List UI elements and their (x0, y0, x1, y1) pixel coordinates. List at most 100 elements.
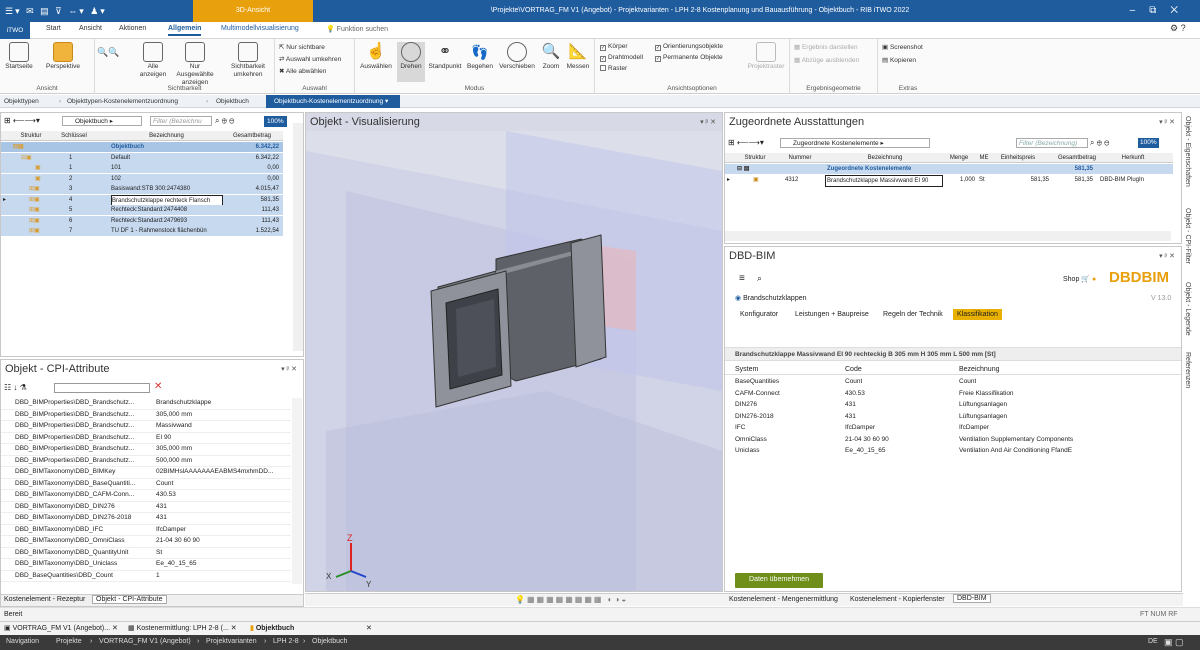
tab-cpi-attribute[interactable]: Objekt - CPI-Attribute (92, 595, 167, 604)
dbd-controls[interactable]: ▾ ᵖ ✕ (1159, 252, 1175, 260)
screenshot-button[interactable]: ▣ Screenshot (882, 43, 923, 51)
tree-dropdown[interactable]: Objektbuch ▸ (62, 116, 142, 126)
aus-root-row[interactable]: ⊟ ▤ Zugeordnete Kostenelemente 581,35 (725, 164, 1173, 174)
auswahl-umkehren-button[interactable]: ⇄ Auswahl umkehren (279, 55, 341, 63)
doctab-objektbuch[interactable]: ▮ Objektbuch (250, 624, 294, 632)
attribute-row[interactable]: DBD_BIMProperties\DBD_Brandschutz... 305,… (1, 410, 291, 421)
tree-node-icon[interactable]: ⊞▣ (29, 216, 40, 226)
doctab-close-icon[interactable]: ✕ (366, 624, 372, 632)
tree-row[interactable]: ⊞▣ 7 TU DF 1 - Rahmenstock flächenbün 1.522… (1, 226, 283, 236)
tree-nav-icons[interactable]: ⊞ ⟵⟶▾ (4, 116, 40, 125)
brandschutzklappen-radio[interactable]: ◉ Brandschutzklappen (735, 294, 807, 302)
tab-itwo[interactable]: iTWO (0, 22, 30, 39)
tree-row[interactable]: ⊞▣ 6 Rechteck:Standard:2479693 111,43 (1, 215, 283, 226)
startseite-button[interactable]: Startseite (4, 42, 34, 71)
menu-icon[interactable]: ≡ (739, 273, 745, 284)
tree-node-icon[interactable]: ⊞▣ (29, 195, 40, 205)
crumb-kostenelementzuordnung[interactable]: Objekttypen-Kostenelementzuordnung (67, 95, 178, 108)
tab-klassifikation[interactable]: Klassifikation (953, 309, 1002, 320)
nur-ausgewaehlte-button[interactable]: Nur Ausgewählte anzeigen (171, 42, 219, 87)
aus-col-gesamtbetrag[interactable]: Gesamtbetrag (1053, 153, 1101, 163)
tree-scrollbar[interactable] (293, 123, 303, 351)
tab-mengenermittlung[interactable]: Kostenelement - Mengenermittlung (729, 596, 838, 603)
sichtbarkeit-umkehren-button[interactable]: Sichtbarkeit umkehren (225, 42, 271, 79)
abzuege-ausblenden-button[interactable]: ▦ Abzüge ausblenden (794, 56, 859, 64)
tree-node-icon[interactable]: ⊟▣ (21, 153, 32, 163)
attr-search-input[interactable] (54, 383, 150, 393)
tree-zoom-select[interactable]: 100% (264, 116, 287, 127)
aus-col-nummer[interactable]: Nummer (780, 153, 820, 163)
auswaehlen-button[interactable]: ☝ Auswählen (359, 42, 393, 71)
tree-node-icon[interactable]: ⊞▣ (29, 226, 40, 236)
alle-abwaehlen-button[interactable]: ✖ Alle abwählen (279, 67, 326, 75)
aus-col-me[interactable]: ME (977, 153, 991, 163)
ausstattungen-controls[interactable]: ▾ ᵖ ✕ (1159, 118, 1175, 126)
tab-aktionen[interactable]: Aktionen (119, 25, 146, 32)
viewer-panel[interactable]: Objekt - Visualisierung ▾ ᵖ ✕ Z X Y (305, 112, 723, 592)
orientierung-checkbox[interactable]: ✓ Orientierungsobjekte (655, 43, 723, 51)
tree-node-icon[interactable]: ▣ (35, 174, 41, 184)
viewer-toolbar-icons[interactable]: 💡▦▦▦▦▦▦▦▦ ◐◑◒ (515, 595, 628, 604)
tab-rezeptur[interactable]: Kostenelement - Rezeptur (4, 596, 85, 603)
tab-regeln[interactable]: Regeln der Technik (883, 311, 943, 318)
col-schluessel[interactable]: Schlüssel (49, 131, 99, 141)
tab-start[interactable]: Start (46, 25, 61, 32)
viewer-panel-controls[interactable]: ▾ ᵖ ✕ (700, 118, 716, 126)
sidetab-eigenschaften[interactable]: Objekt - Eigenschaften (1184, 116, 1191, 187)
attribute-row[interactable]: DBD_BIMTaxonomy\DBD_CAFM-Conn... 430.53 (1, 490, 291, 502)
attribute-row[interactable]: DBD_BaseQuantities\DBD_Count 1 (1, 571, 291, 582)
aus-col-herkunft[interactable]: Herkunft (1103, 153, 1163, 163)
col-struktur[interactable]: Struktur (13, 131, 49, 141)
attribute-row[interactable]: DBD_BIMTaxonomy\DBD_Uniclass Ee_40_15_65 (1, 559, 291, 571)
aus-nav-icons[interactable]: ⊞ ⟵⟶▾ (728, 138, 764, 147)
zoom-button[interactable]: 🔍 Zoom (539, 42, 563, 71)
drahtmodell-checkbox[interactable]: ✓ Drahtmodell (600, 54, 643, 62)
attribute-row[interactable]: DBD_BIMTaxonomy\DBD_QuantityUnit St (1, 548, 291, 559)
settings-help-icons[interactable]: ⚙ ? (1170, 23, 1186, 34)
panel-controls[interactable]: ▾ ᵖ ✕ (281, 365, 297, 373)
aus-item-row[interactable]: ▸ ▣ 4312 Brandschutzklappe Massivwand EI… (725, 175, 1173, 187)
tree-node-icon[interactable]: ▣ (35, 163, 41, 173)
raster-checkbox[interactable]: Raster (600, 65, 627, 72)
attribute-row[interactable]: DBD_BIMTaxonomy\DBD_DIN276-2018 431 (1, 513, 291, 525)
attribute-row[interactable]: DBD_BIMProperties\DBD_Brandschutz... Bran… (1, 398, 291, 410)
alle-anzeigen-button[interactable]: Alle anzeigen (137, 42, 169, 79)
attribute-row[interactable]: DBD_BIMProperties\DBD_Brandschutz... Mass… (1, 421, 291, 433)
tab-multimodell[interactable]: Multimodellvisualisierung (221, 25, 299, 32)
quick-access-toolbar[interactable]: ☰▾ ✉ ▤ ⊽ ⇔▾ ♟▾ (5, 0, 107, 22)
sidetab-cpi-filter[interactable]: Objekt - CPI-Filter (1184, 208, 1191, 264)
expand-icon[interactable]: ⊟ ▤ (737, 164, 749, 174)
sidetab-referenzen[interactable]: Referenzen (1184, 352, 1191, 388)
shop-link[interactable]: Shop 🛒 ● (1063, 275, 1096, 283)
tree-row[interactable]: ⊞▣ 3 Basiswand:STB 300:2474380 4.015,47 (1, 184, 283, 194)
attribute-row[interactable]: DBD_BIMProperties\DBD_Brandschutz... 305,… (1, 444, 291, 456)
nav-language[interactable]: DE (1148, 638, 1158, 645)
nav-projektvarianten[interactable]: Projektvarianten (206, 638, 257, 645)
doctab-vortrag[interactable]: ▣ VORTRAG_FM V1 (Angebot)... ✕ (4, 624, 118, 632)
aus-zoom-icons[interactable]: ⌕ ⊕ ⊖ (1090, 138, 1109, 148)
drehen-button[interactable]: Drehen (397, 42, 425, 82)
messen-button[interactable]: 📐 Messen (563, 42, 593, 71)
aus-dropdown[interactable]: Zugeordnete Kostenelemente ▸ (780, 138, 930, 148)
tree-node-icon[interactable]: ⊞▣ (29, 184, 40, 194)
aus-hscrollbar[interactable] (725, 231, 1171, 241)
tab-ansicht[interactable]: Ansicht (79, 25, 102, 32)
attribute-row[interactable]: DBD_BIMTaxonomy\DBD_DIN276 431 (1, 502, 291, 513)
viewer-canvas[interactable]: Z X Y (306, 131, 722, 591)
aus-col-menge[interactable]: Menge (947, 153, 971, 163)
standpunkt-button[interactable]: ⚭ Standpunkt (427, 42, 463, 71)
attribute-row[interactable]: DBD_BIMProperties\DBD_Brandschutz... EI 9… (1, 433, 291, 444)
tab-allgemein[interactable]: Allgemein (168, 25, 202, 36)
col-bezeichnung[interactable]: Bezeichnung (109, 131, 224, 141)
attribute-row[interactable]: DBD_BIMTaxonomy\DBD_BIMKey 02BIMHslAAAAAA… (1, 467, 291, 479)
nav-layout-icons[interactable]: ▣ ▢ (1164, 637, 1184, 648)
attr-sort-icons[interactable]: ☷ ↓ ⚗ (4, 383, 27, 392)
aus-zoom-select[interactable]: 100% (1138, 138, 1159, 148)
sidetab-legende[interactable]: Objekt - Legende (1184, 282, 1191, 336)
attribute-row[interactable]: DBD_BIMTaxonomy\DBD_IFC IfcDamper (1, 525, 291, 536)
attr-scrollbar[interactable] (292, 398, 302, 584)
daten-uebernehmen-button[interactable]: Daten übernehmen (735, 573, 823, 588)
tab-leistungen[interactable]: Leistungen + Baupreise (795, 311, 869, 318)
nur-sichtbare-button[interactable]: ⇱ Nur sichtbare (279, 43, 325, 51)
aus-col-bezeichnung[interactable]: Bezeichnung (825, 153, 945, 163)
